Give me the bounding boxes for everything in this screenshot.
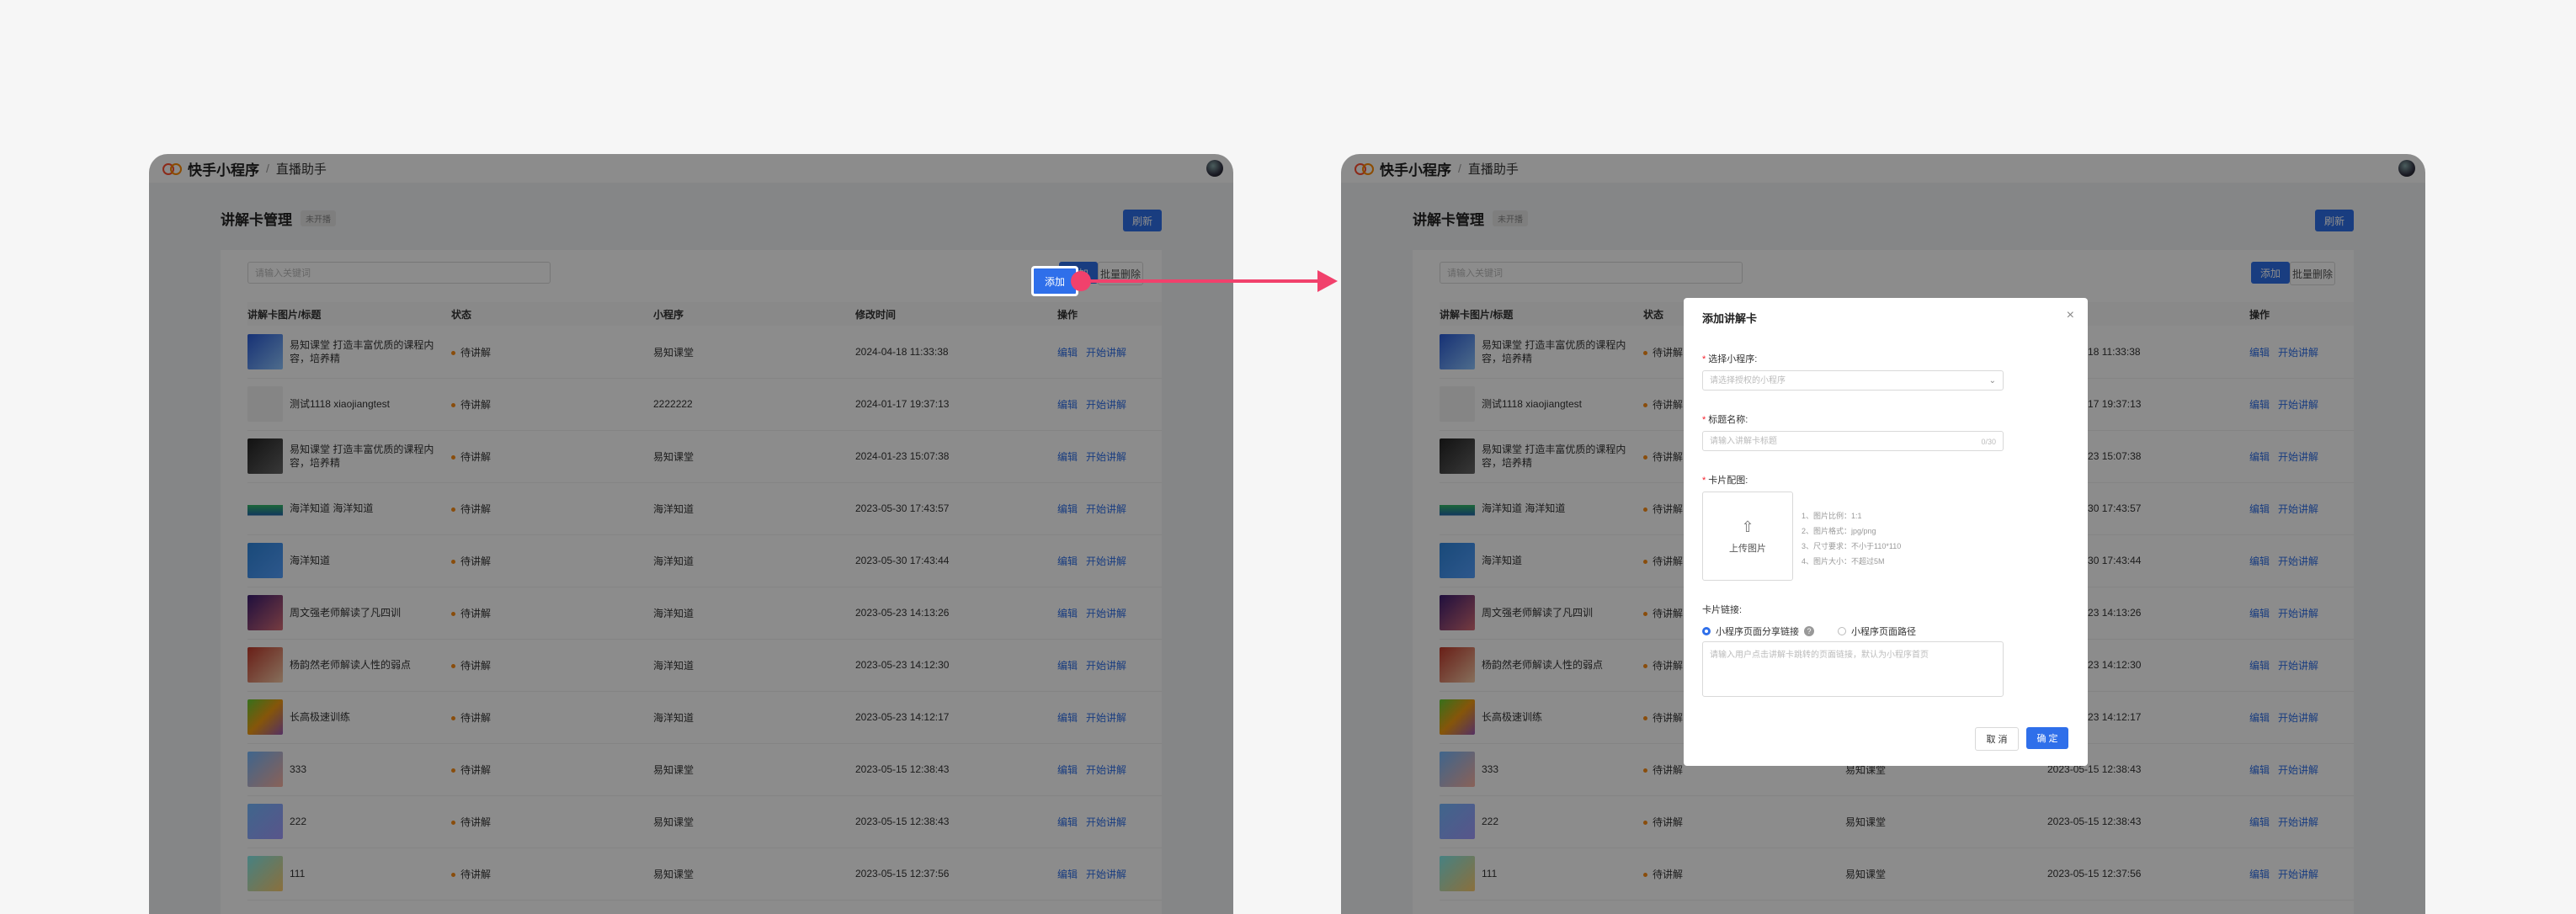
link-textarea[interactable]: 请输入用户点击讲解卡跳转的页面链接，默认为小程序首页 [1702, 641, 2004, 697]
arrow-right-icon [1086, 279, 1320, 283]
image-requirements: 1、图片比例：1:1 2、图片格式：jpg/png 3、尺寸要求：不小于110*… [1802, 512, 1902, 566]
upload-image-button[interactable]: ⇧ 上传图片 [1702, 492, 1793, 581]
title-input[interactable]: 请输入讲解卡标题 0/30 [1702, 431, 2004, 451]
image-label: * 卡片配图: [1702, 476, 1748, 486]
miniapp-select[interactable]: 请选择授权的小程序 ⌄ [1702, 370, 2004, 391]
link-type-radio-group: 小程序页面分享链接 ? 小程序页面路径 [1702, 624, 1916, 638]
link-label: 卡片链接: [1702, 605, 1743, 615]
upload-icon: ⇧ [1741, 518, 1754, 535]
close-icon[interactable]: × [2067, 308, 2074, 323]
add-card-modal: 添加讲解卡 × * 选择小程序: 请选择授权的小程序 ⌄ * 标题名称: 请输入讲解卡… [1684, 298, 2088, 766]
confirm-button[interactable]: 确 定 [2026, 727, 2068, 749]
help-icon[interactable]: ? [1804, 626, 1814, 636]
arrow-head-icon [1317, 270, 1338, 292]
cancel-button[interactable]: 取 消 [1975, 727, 2019, 751]
name-label: * 标题名称: [1702, 415, 1748, 425]
modal-title: 添加讲解卡 [1702, 312, 1758, 325]
radio-page-path[interactable] [1838, 627, 1846, 635]
chevron-down-icon: ⌄ [1988, 376, 1996, 385]
select-label: * 选择小程序: [1702, 354, 1758, 364]
radio-share-link[interactable] [1702, 627, 1711, 635]
